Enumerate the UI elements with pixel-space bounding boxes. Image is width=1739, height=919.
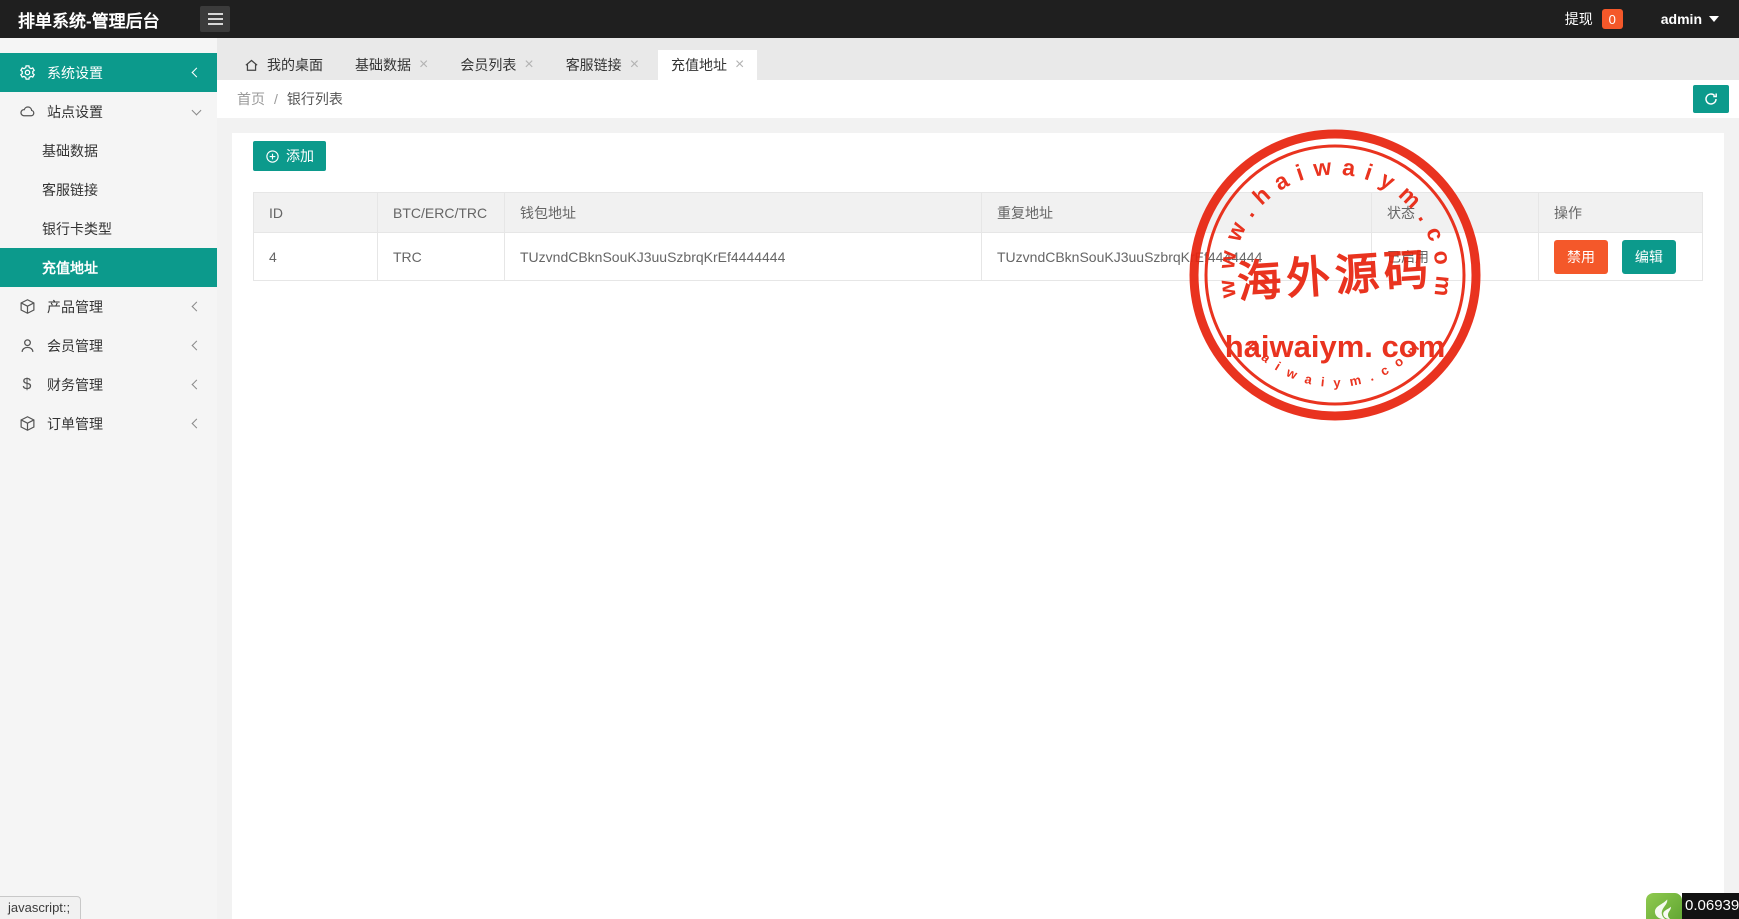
tab-service-links[interactable]: 客服链接 × <box>553 50 652 80</box>
sidebar-item-basic-data[interactable]: 基础数据 <box>0 131 217 170</box>
chevron-left-icon <box>192 380 202 390</box>
cell-chain: TRC <box>378 233 505 281</box>
chevron-left-icon <box>192 302 202 312</box>
sidebar-item-service-links[interactable]: 客服链接 <box>0 170 217 209</box>
sidebar-item-label: 银行卡类型 <box>42 219 112 239</box>
cloud-icon <box>18 103 36 121</box>
cell-duplicate-address: TUzvndCBknSouKJ3uuSzbrqKrEf4444444 <box>982 233 1372 281</box>
col-actions: 操作 <box>1539 193 1703 233</box>
sidebar-item-label: 会员管理 <box>47 336 103 356</box>
cube-icon <box>18 298 36 316</box>
close-icon[interactable]: × <box>419 57 428 73</box>
browser-status-hint: javascript:; <box>0 896 81 919</box>
chevron-down-icon <box>192 105 202 115</box>
tab-bar: 我的桌面 基础数据 × 会员列表 × 客服链接 × 充值地址 × <box>217 38 1739 80</box>
user-menu[interactable]: admin <box>1661 11 1719 27</box>
menu-toggle-button[interactable] <box>200 6 230 32</box>
table-header-row: ID BTC/ERC/TRC 钱包地址 重复地址 状态 操作 <box>254 193 1703 233</box>
sidebar-item-label: 系统设置 <box>47 63 103 83</box>
sidebar-item-label: 订单管理 <box>47 414 103 434</box>
user-icon <box>18 337 36 355</box>
tab-label: 我的桌面 <box>267 55 323 75</box>
tab-label: 客服链接 <box>566 55 622 75</box>
table-row: 4 TRC TUzvndCBknSouKJ3uuSzbrqKrEf4444444… <box>254 233 1703 281</box>
cell-actions: 禁用 编辑 <box>1539 233 1703 281</box>
tab-my-desktop[interactable]: 我的桌面 <box>231 50 336 80</box>
sidebar-item-label: 财务管理 <box>47 375 103 395</box>
sidebar-item-label: 基础数据 <box>42 141 98 161</box>
col-duplicate-address: 重复地址 <box>982 193 1372 233</box>
sidebar-item-label: 客服链接 <box>42 180 98 200</box>
edit-button[interactable]: 编辑 <box>1622 240 1676 274</box>
home-icon <box>244 58 259 73</box>
withdraw-link[interactable]: 提现 0 <box>1565 9 1623 29</box>
col-status: 状态 <box>1372 193 1539 233</box>
hamburger-icon <box>208 13 223 15</box>
cell-wallet-address: TUzvndCBknSouKJ3uuSzbrqKrEf4444444 <box>505 233 982 281</box>
gear-icon <box>18 64 36 82</box>
status-badge: 已启用 <box>1372 233 1539 281</box>
col-wallet-address: 钱包地址 <box>505 193 982 233</box>
chevron-left-icon <box>192 419 202 429</box>
tab-label: 基础数据 <box>355 55 411 75</box>
sidebar-item-site-settings[interactable]: 站点设置 <box>0 92 217 131</box>
breadcrumb: 首页 / 银行列表 <box>217 80 1739 118</box>
breadcrumb-home[interactable]: 首页 <box>237 89 265 109</box>
sidebar-item-finance-management[interactable]: $ 财务管理 <box>0 365 217 404</box>
close-icon[interactable]: × <box>524 57 533 73</box>
tab-recharge-address[interactable]: 充值地址 × <box>658 50 757 80</box>
breadcrumb-separator: / <box>274 91 278 107</box>
username: admin <box>1661 11 1702 27</box>
counter-value: 0.0693979 <box>1682 893 1739 919</box>
sidebar-item-label: 产品管理 <box>47 297 103 317</box>
sidebar-item-product-management[interactable]: 产品管理 <box>0 287 217 326</box>
tab-label: 充值地址 <box>671 55 727 75</box>
chevron-left-icon <box>192 341 202 351</box>
withdraw-count-badge: 0 <box>1602 9 1623 29</box>
withdraw-label: 提现 <box>1565 9 1593 29</box>
tab-label: 会员列表 <box>460 55 516 75</box>
tab-basic-data[interactable]: 基础数据 × <box>342 50 441 80</box>
close-icon[interactable]: × <box>630 57 639 73</box>
address-table: ID BTC/ERC/TRC 钱包地址 重复地址 状态 操作 4 TRC TUz… <box>253 192 1703 281</box>
flame-app-icon <box>1646 893 1682 919</box>
dollar-icon: $ <box>18 376 36 394</box>
cell-id: 4 <box>254 233 378 281</box>
refresh-button[interactable] <box>1693 85 1729 113</box>
counter-widget[interactable]: 0.0693979 <box>1646 893 1739 919</box>
main-content: 我的桌面 基础数据 × 会员列表 × 客服链接 × 充值地址 × 首页 / 银行… <box>217 38 1739 919</box>
content-card: 添加 ID BTC/ERC/TRC 钱包地址 重复地址 状态 操作 <box>232 133 1724 919</box>
refresh-icon <box>1703 91 1719 107</box>
sidebar-item-label: 站点设置 <box>47 102 103 122</box>
close-icon[interactable]: × <box>735 57 744 73</box>
sidebar-item-order-management[interactable]: 订单管理 <box>0 404 217 443</box>
sidebar-item-recharge-address[interactable]: 充值地址 <box>0 248 217 287</box>
sidebar-item-system-settings[interactable]: 系统设置 <box>0 53 217 92</box>
sidebar-item-member-management[interactable]: 会员管理 <box>0 326 217 365</box>
disable-button[interactable]: 禁用 <box>1554 240 1608 274</box>
col-id: ID <box>254 193 378 233</box>
app-title: 排单系统-管理后台 <box>0 7 182 32</box>
cube-icon <box>18 415 36 433</box>
col-chain: BTC/ERC/TRC <box>378 193 505 233</box>
tab-member-list[interactable]: 会员列表 × <box>447 50 546 80</box>
breadcrumb-current: 银行列表 <box>287 89 343 109</box>
sidebar-item-bankcard-types[interactable]: 银行卡类型 <box>0 209 217 248</box>
topbar-right: 提现 0 admin <box>1565 9 1739 29</box>
add-button[interactable]: 添加 <box>253 141 326 171</box>
sidebar-item-label: 充值地址 <box>42 258 98 278</box>
caret-down-icon <box>1709 16 1719 22</box>
chevron-left-icon <box>192 68 202 78</box>
topbar: 排单系统-管理后台 提现 0 admin <box>0 0 1739 38</box>
sidebar: 系统设置 站点设置 基础数据 客服链接 银行卡类型 充值地址 产品管理 <box>0 38 217 919</box>
plus-circle-icon <box>265 149 280 164</box>
